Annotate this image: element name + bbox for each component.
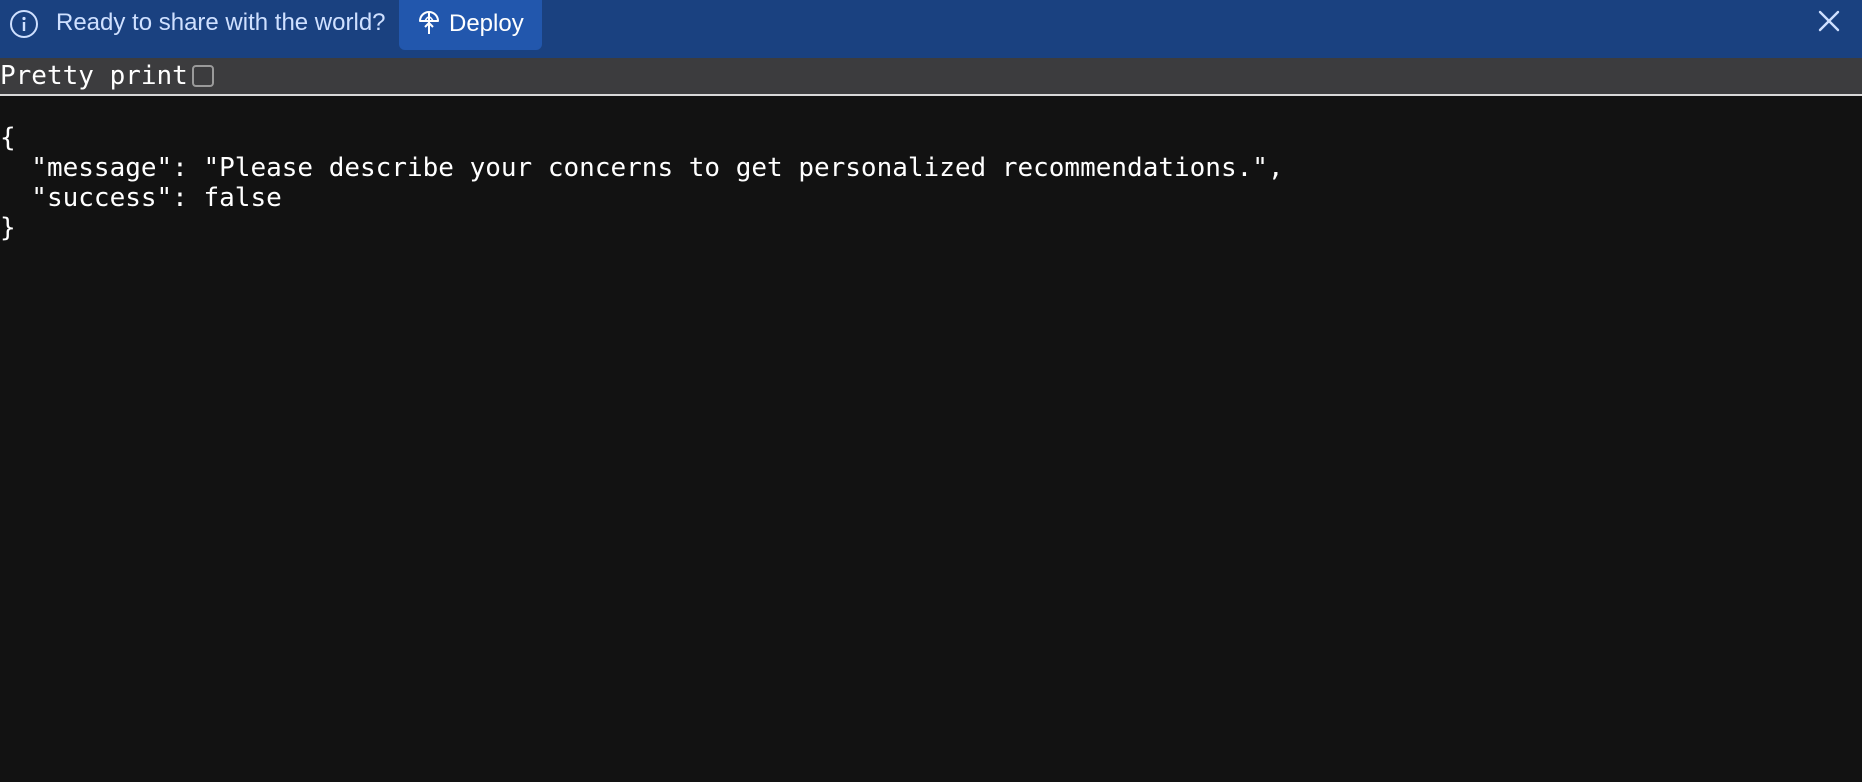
json-viewer-toolbar: Pretty print: [0, 58, 1862, 96]
json-output: { "message": "Please describe your conce…: [0, 123, 1284, 243]
deploy-button[interactable]: Deploy: [399, 0, 542, 50]
pretty-print-checkbox[interactable]: [192, 65, 214, 87]
pretty-print-label: Pretty print: [0, 61, 188, 91]
json-open-brace: {: [0, 123, 16, 153]
deploy-banner: Ready to share with the world? Deploy: [0, 0, 1862, 58]
deploy-label: Deploy: [449, 10, 524, 37]
info-icon: [10, 10, 38, 38]
deploy-icon: [419, 11, 439, 34]
json-line-message: "message": "Please describe your concern…: [0, 153, 1284, 183]
banner-message: Ready to share with the world?: [56, 9, 386, 36]
json-close-brace: }: [0, 213, 16, 243]
close-icon[interactable]: [1818, 10, 1840, 32]
json-line-success: "success": false: [0, 183, 282, 213]
